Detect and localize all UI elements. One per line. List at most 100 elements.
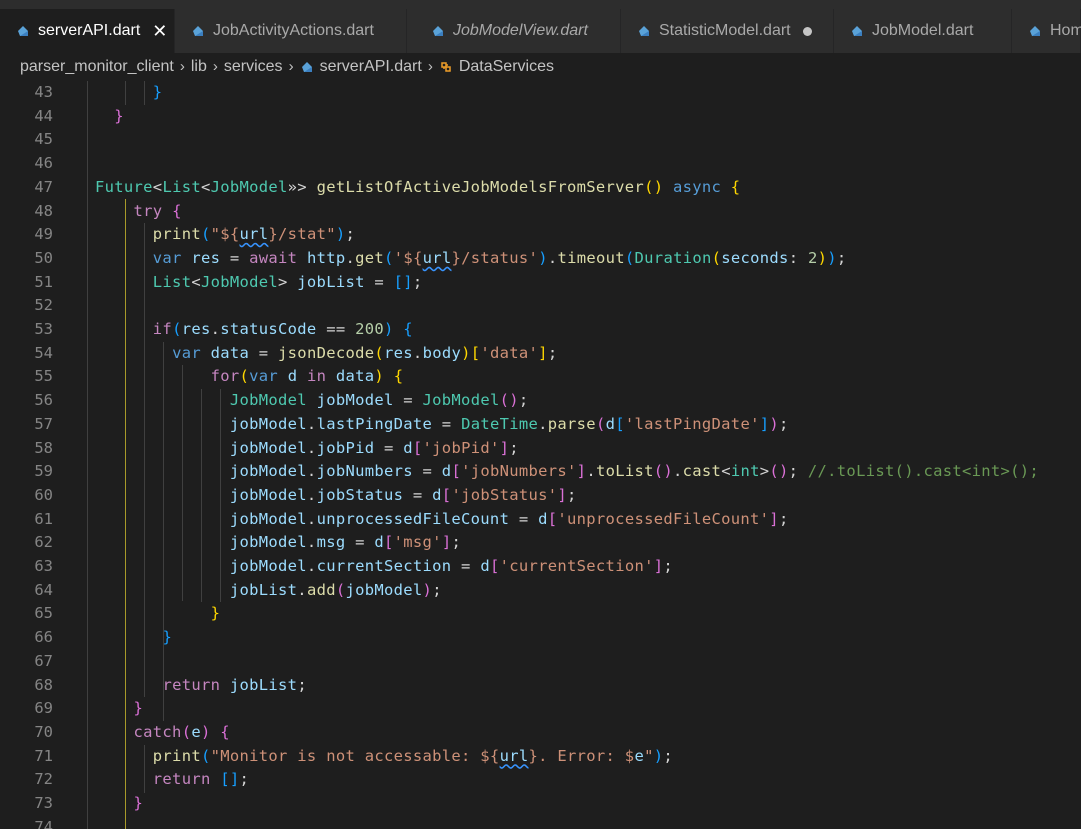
code-token: . <box>306 438 317 457</box>
code-token: = <box>345 533 375 552</box>
code-line[interactable]: 52 <box>0 294 1081 318</box>
breadcrumb-item-services[interactable]: services <box>224 58 283 76</box>
tab-statisticmodel[interactable]: StatisticModel.dart <box>621 9 834 53</box>
code-line[interactable]: 70 catch(e) { <box>0 721 1081 745</box>
line-number: 55 <box>34 367 53 386</box>
code-line[interactable]: 60 jobModel.jobStatus = d['jobStatus']; <box>0 484 1081 508</box>
code-token: d <box>480 557 490 575</box>
code-token: 2 <box>807 248 818 267</box>
code-token: jobList <box>297 272 365 291</box>
code-token: [ <box>470 343 481 362</box>
code-token: cast <box>682 462 722 481</box>
code-token: . <box>306 414 317 433</box>
code-token: . <box>345 248 356 267</box>
code-line[interactable]: 49 print("${url}/stat"); <box>0 223 1081 247</box>
code-text: print("Monitor is not accessable: ${url}… <box>95 745 673 769</box>
tab-label: StatisticModel.dart <box>659 22 791 39</box>
code-line[interactable]: 59 jobModel.jobNumbers = d['jobNumbers']… <box>0 460 1081 484</box>
code-token: for <box>210 367 240 386</box>
code-line[interactable]: 66 } <box>0 626 1081 650</box>
code-token: } <box>162 628 173 647</box>
code-line[interactable]: 62 jobModel.msg = d['msg']; <box>0 531 1081 555</box>
code-line[interactable]: 57 jobModel.lastPingDate = DateTime.pars… <box>0 413 1081 437</box>
code-token: List <box>152 272 192 291</box>
code-line[interactable]: 51 List<JobModel> jobList = []; <box>0 271 1081 295</box>
tab-bar: serverAPI.dart ✕ JobActivityActions.dart… <box>0 0 1081 53</box>
code-line[interactable]: 45 <box>0 128 1081 152</box>
code-line[interactable]: 43 } <box>0 81 1081 105</box>
tab-jobmodelview[interactable]: JobModelView.dart <box>407 9 621 53</box>
code-line[interactable]: 68 return jobList; <box>0 674 1081 698</box>
code-token: '${ <box>393 248 423 267</box>
line-number: 63 <box>34 557 53 575</box>
line-number: 46 <box>34 154 53 173</box>
code-token: () <box>769 462 789 481</box>
breadcrumb-item-file[interactable]: serverAPI.dart <box>320 58 422 76</box>
code-token: unprocessedFileCount <box>316 509 510 528</box>
close-icon[interactable]: ✕ <box>152 21 167 42</box>
code-token: ; <box>836 248 847 267</box>
code-token: } <box>152 83 163 101</box>
code-token: jobList <box>229 675 298 694</box>
code-line[interactable]: 65 } <box>0 602 1081 626</box>
code-token: d <box>432 485 442 504</box>
code-line[interactable]: 64 jobList.add(jobModel); <box>0 579 1081 603</box>
code-token: ( <box>711 248 722 267</box>
code-line[interactable]: 56 JobModel jobModel = JobModel(); <box>0 389 1081 413</box>
code-token: ] <box>653 557 664 575</box>
code-text: try { <box>95 200 182 224</box>
code-token: 'jobNumbers' <box>461 462 577 481</box>
code-line[interactable]: 69 } <box>0 697 1081 721</box>
code-editor[interactable]: 43 } 44 } 45 46 47 Future<List<JobModel»> get… <box>0 81 1081 829</box>
code-line[interactable]: 71 print("Monitor is not accessable: ${u… <box>0 745 1081 769</box>
code-token: ) <box>335 225 346 244</box>
code-line[interactable]: 61 jobModel.unprocessedFileCount = d['un… <box>0 508 1081 532</box>
code-token: res <box>181 320 211 338</box>
tab-serverapi[interactable]: serverAPI.dart ✕ <box>0 9 175 53</box>
code-line[interactable]: 44 } <box>0 105 1081 129</box>
code-token: . <box>306 485 317 504</box>
code-line[interactable]: 55 for(var d in data) { <box>0 365 1081 389</box>
code-line[interactable]: 48 try { <box>0 200 1081 224</box>
code-token: . <box>297 580 307 599</box>
code-token: seconds <box>721 248 789 267</box>
code-token: 'jobStatus' <box>451 485 558 504</box>
breadcrumb-item-class[interactable]: DataServices <box>459 58 554 76</box>
code-line[interactable]: 63 jobModel.currentSection = d['currentS… <box>0 555 1081 579</box>
code-token: ( <box>374 343 385 362</box>
code-line[interactable]: 46 <box>0 152 1081 176</box>
code-line[interactable]: 74 <box>0 816 1081 829</box>
code-token: url <box>422 248 452 267</box>
code-token: [ <box>489 557 500 575</box>
code-line[interactable]: 67 <box>0 650 1081 674</box>
code-token: ; <box>518 391 529 410</box>
code-token: [ <box>412 438 423 457</box>
code-line[interactable]: 50 var res = await http.get('${url}/stat… <box>0 247 1081 271</box>
code-line[interactable]: 73 } <box>0 792 1081 816</box>
code-line[interactable]: 47 Future<List<JobModel»> getListOfActive… <box>0 176 1081 200</box>
breadcrumb-item-project[interactable]: parser_monitor_client <box>20 58 174 76</box>
unsaved-dot-icon[interactable] <box>802 26 812 36</box>
code-token: ] <box>499 438 510 457</box>
tab-home[interactable]: Hom <box>1012 9 1081 53</box>
tab-jobmodel[interactable]: JobModel.dart <box>834 9 1012 53</box>
code-token: if <box>152 320 173 338</box>
breadcrumb-item-lib[interactable]: lib <box>191 58 207 76</box>
code-line[interactable]: 58 jobModel.jobPid = d['jobPid']; <box>0 437 1081 461</box>
code-line[interactable]: 54 var data = jsonDecode(res.body)['data… <box>0 342 1081 366</box>
code-token: 'jobPid' <box>422 438 500 457</box>
code-token: data <box>335 367 375 386</box>
code-token: ; <box>412 272 423 291</box>
code-line[interactable]: 53 if(res.statusCode == 200) { <box>0 318 1081 342</box>
code-line[interactable]: 72 return []; <box>0 768 1081 792</box>
code-token: = <box>403 485 433 504</box>
tab-jobactivityactions[interactable]: JobActivityActions.dart <box>175 9 407 53</box>
